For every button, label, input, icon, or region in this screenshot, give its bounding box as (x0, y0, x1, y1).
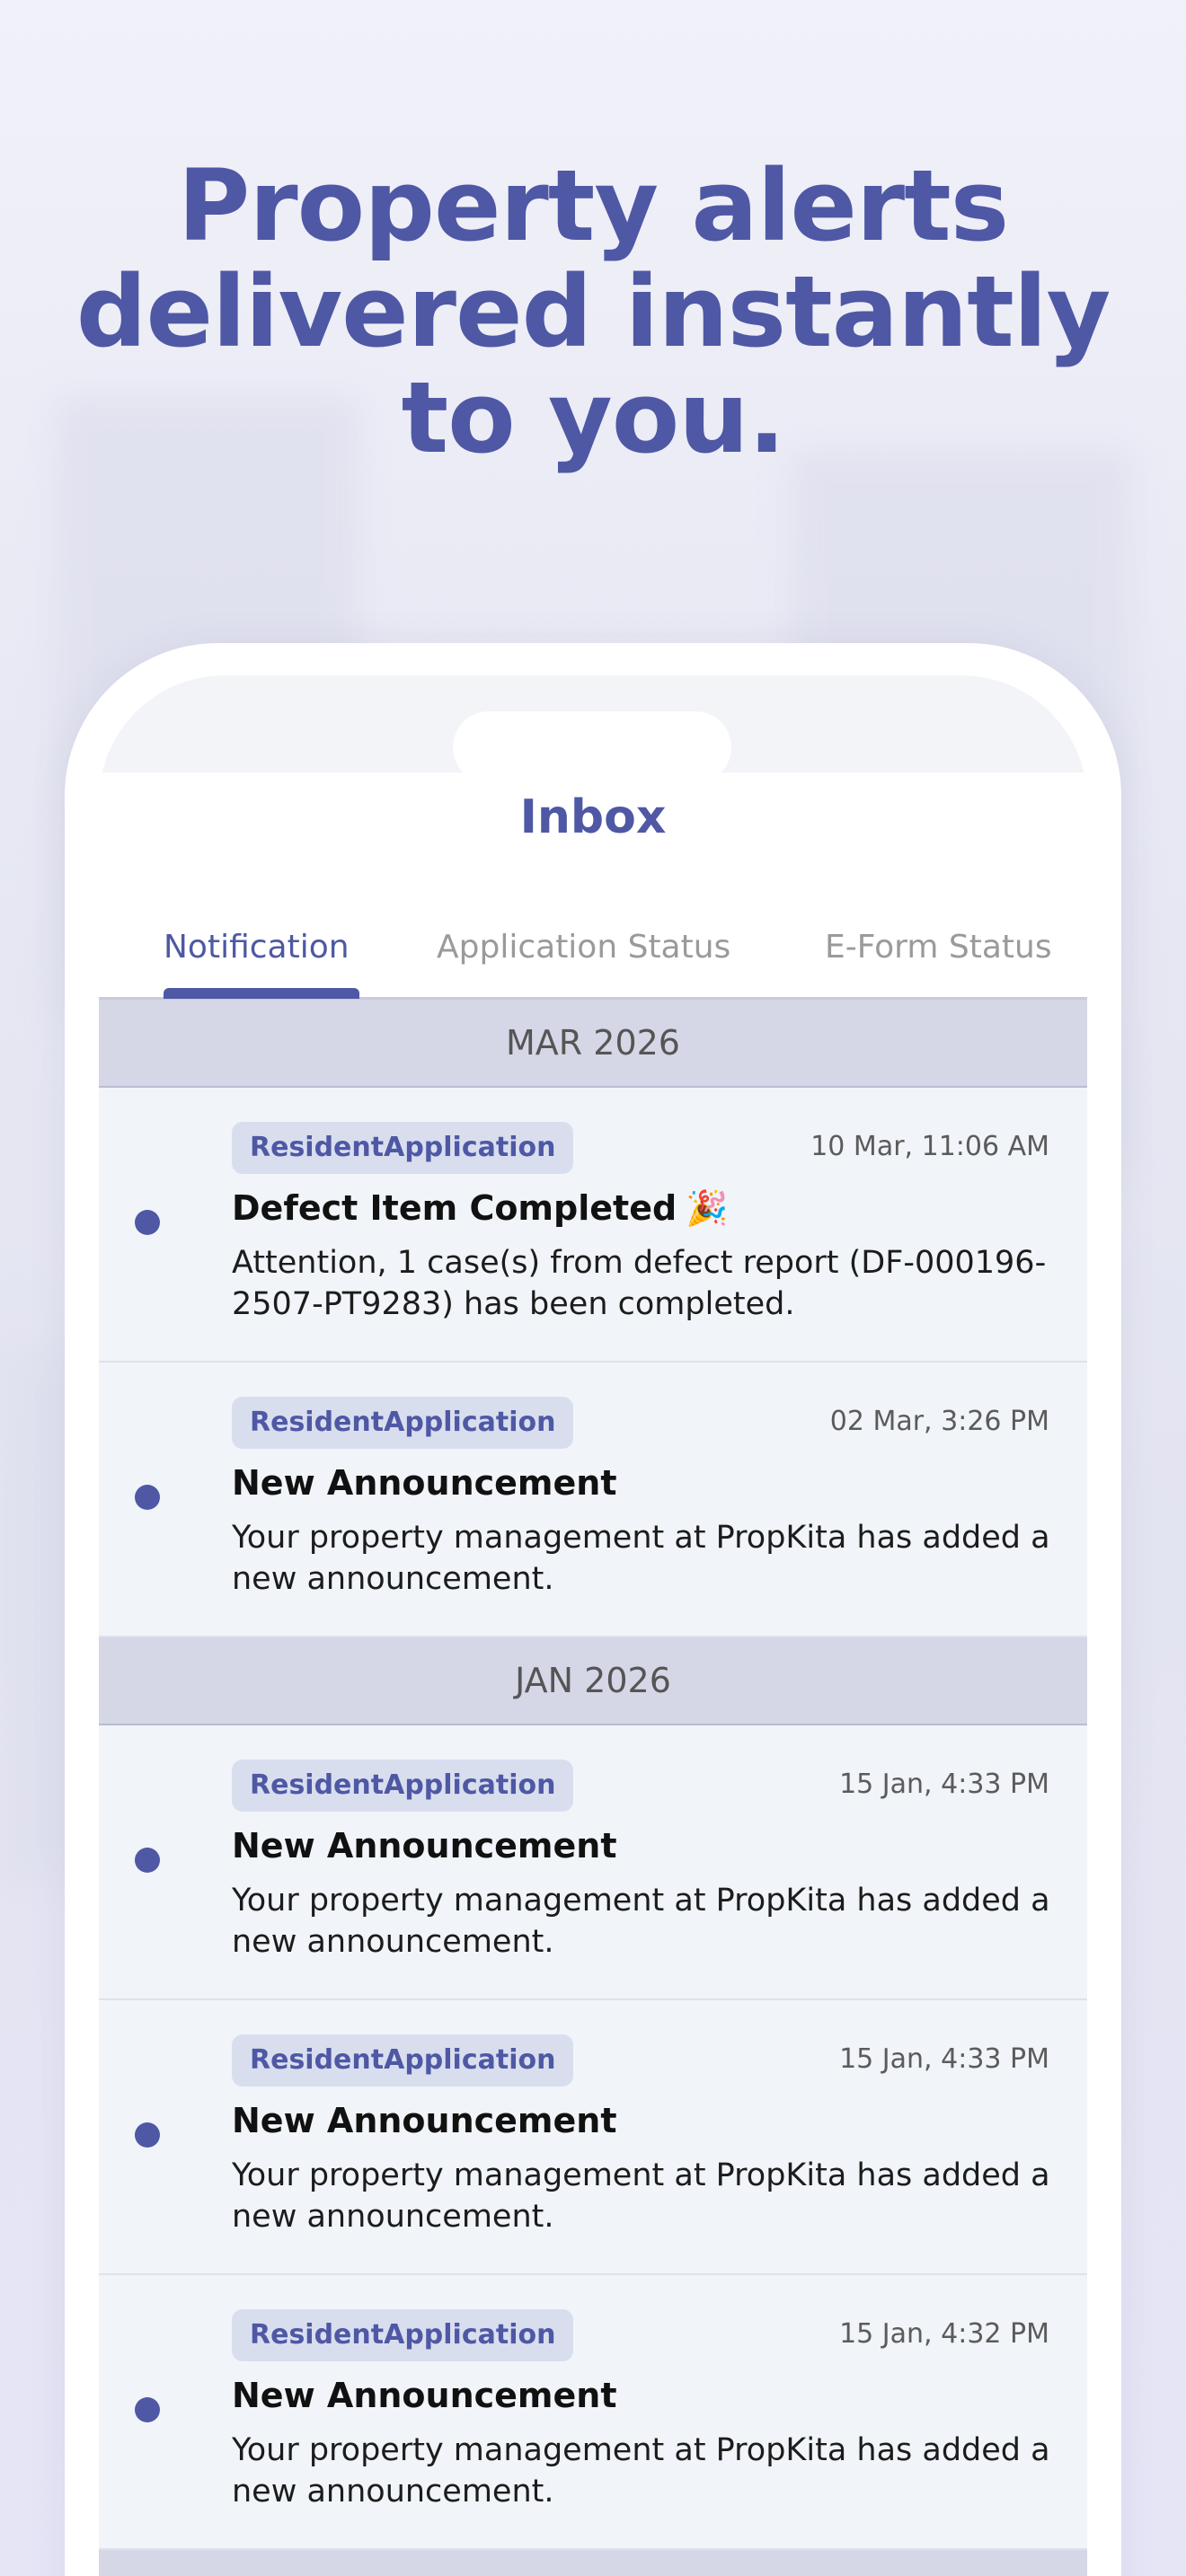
headline-line-2: delivered instantly (75, 254, 1111, 369)
notification-title: New Announcement (232, 2376, 617, 2415)
notification-item[interactable]: ResidentApplication 15 Jan, 4:33 PM New … (99, 2000, 1087, 2275)
notification-time: 15 Jan, 4:33 PM (839, 1769, 1049, 1800)
month-header: MAR 2026 (99, 1000, 1087, 1088)
category-tag: ResidentApplication (232, 1122, 574, 1174)
tab-notification[interactable]: Notification (164, 929, 350, 966)
notification-time: 02 Mar, 3:26 PM (829, 1406, 1049, 1437)
notification-item[interactable]: ResidentApplication 15 Jan, 4:33 PM New … (99, 1725, 1087, 2000)
notification-body: Your property management at PropKita has… (232, 1520, 1050, 1597)
notification-title: Defect Item Completed 🎉 (232, 1188, 729, 1229)
category-tag: ResidentApplication (232, 2309, 574, 2361)
page-title: Inbox (519, 790, 667, 844)
category-tag: ResidentApplication (232, 1760, 574, 1812)
notification-body: Your property management at PropKita has… (232, 2432, 1050, 2510)
notification-item[interactable]: ResidentApplication 02 Mar, 3:26 PM New … (99, 1363, 1087, 1637)
tab-e-form-status[interactable]: E-Form Status (825, 929, 1052, 966)
notification-item[interactable]: ResidentApplication 15 Jan, 4:32 PM New … (99, 2275, 1087, 2550)
marketing-headline: Property alerts delivered instantly to y… (0, 153, 1186, 471)
notification-title-text: Defect Item Completed (232, 1188, 677, 1228)
tab-application-status[interactable]: Application Status (437, 929, 730, 966)
notification-time: 10 Mar, 11:06 AM (810, 1131, 1049, 1162)
notification-list: MAR 2026 ResidentApplication 10 Mar, 11:… (99, 1000, 1087, 2576)
notification-body: Your property management at PropKita has… (232, 1883, 1050, 1960)
unread-dot-icon (135, 1485, 160, 1510)
notification-time: 15 Jan, 4:33 PM (839, 2043, 1049, 2075)
headline-line-3: to you. (401, 360, 786, 475)
notification-time: 15 Jan, 4:32 PM (839, 2318, 1049, 2350)
phone-frame: Inbox Notification Application Status E-… (65, 643, 1121, 2576)
notification-body: Your property management at PropKita has… (232, 2157, 1050, 2235)
tab-bar: Notification Application Status E-Form S… (99, 929, 1087, 1000)
unread-dot-icon (135, 2122, 160, 2148)
unread-dot-icon (135, 1210, 160, 1235)
phone-screen: Inbox Notification Application Status E-… (99, 675, 1087, 2576)
notification-body: Attention, 1 case(s) from defect report … (232, 1245, 1047, 1322)
notification-title: New Announcement (232, 1463, 617, 1503)
unread-dot-icon (135, 1848, 160, 1873)
party-popper-icon: 🎉 (686, 1188, 729, 1228)
notification-title: New Announcement (232, 2101, 617, 2140)
active-tab-indicator (164, 988, 359, 999)
headline-line-1: Property alerts (177, 148, 1009, 263)
category-tag: ResidentApplication (232, 2034, 574, 2086)
dynamic-island (453, 711, 731, 783)
month-header: JAN 2026 (99, 1637, 1087, 1725)
next-month-header-partial (99, 2550, 1087, 2576)
unread-dot-icon (135, 2397, 160, 2422)
notification-item[interactable]: ResidentApplication 10 Mar, 11:06 AM Def… (99, 1088, 1087, 1363)
category-tag: ResidentApplication (232, 1397, 574, 1449)
notification-title: New Announcement (232, 1826, 617, 1866)
